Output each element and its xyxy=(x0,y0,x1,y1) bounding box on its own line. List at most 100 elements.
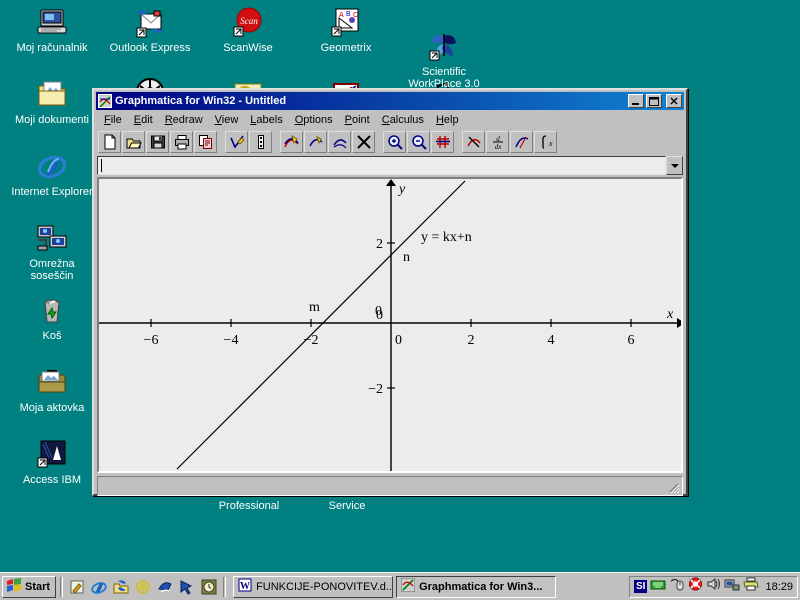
desktop-icon-label: Scientific WorkPlace 3.0 xyxy=(408,66,480,90)
clock-text[interactable]: 18:29 xyxy=(765,581,793,593)
volume-icon[interactable] xyxy=(706,577,721,596)
svg-text:2: 2 xyxy=(468,333,475,348)
keyboard-icon[interactable] xyxy=(650,577,666,596)
desktop-icon-recycle-bin[interactable]: Koš xyxy=(6,294,98,342)
graph-svg: −6 −4 −2 0 2 4 6 2 0 −2 y x y = kx+n n m xyxy=(99,179,681,471)
task-buttons[interactable]: W FUNKCIJE-PONOVITEV.d... Graphmatica fo… xyxy=(233,575,557,598)
winzip-icon[interactable] xyxy=(155,577,175,597)
point-tables-icon[interactable] xyxy=(249,131,272,153)
menu-item-options[interactable]: Options xyxy=(289,113,339,127)
menu-bar[interactable]: FFileile Edit Redraw View Labels Options… xyxy=(94,110,686,129)
language-indicator[interactable]: SI xyxy=(634,580,648,593)
desktop-icon-internet-explorer[interactable]: Internet Explorer xyxy=(6,150,98,198)
desktop-icon-access-ibm[interactable]: Access IBM xyxy=(6,438,98,486)
lifesaver-icon[interactable] xyxy=(688,577,703,596)
open-file-icon[interactable] xyxy=(122,131,145,153)
save-file-icon[interactable] xyxy=(146,131,169,153)
desktop-icon-label: Moji dokumenti xyxy=(15,114,89,126)
derivative-icon[interactable]: d dx xyxy=(486,131,509,153)
graph-canvas[interactable]: −6 −4 −2 0 2 4 6 2 0 −2 y x y = kx+n n m xyxy=(97,177,683,473)
copy-icon[interactable] xyxy=(194,131,217,153)
task-label: Graphmatica for Win3... xyxy=(419,580,543,593)
toolbar-group-zoom xyxy=(383,131,455,153)
menu-item-point[interactable]: Point xyxy=(339,113,376,127)
check-graph-icon[interactable] xyxy=(225,131,248,153)
menu-item-labels[interactable]: Labels xyxy=(244,113,288,127)
redraw-all-icon[interactable] xyxy=(280,131,303,153)
desktop-icon-label: Geometrix xyxy=(320,42,372,54)
resize-grip[interactable] xyxy=(666,480,680,494)
notepad-icon[interactable] xyxy=(67,577,87,597)
delete-graph-icon[interactable] xyxy=(352,131,375,153)
menu-item-calculus[interactable]: Calculus xyxy=(376,113,430,127)
grid-range-icon[interactable] xyxy=(431,131,454,153)
menu-item-help[interactable]: Help xyxy=(430,113,465,127)
equation-input[interactable] xyxy=(97,156,666,175)
quick-launch[interactable] xyxy=(67,577,219,597)
task-label: FUNKCIJE-PONOVITEV.d... xyxy=(256,580,394,593)
access-ibm-icon xyxy=(36,438,68,470)
mouse-icon[interactable] xyxy=(669,577,685,596)
task-graphmatica[interactable]: Graphmatica for Win3... xyxy=(396,575,557,598)
minimize-button[interactable] xyxy=(628,94,644,108)
clear-graph-icon[interactable] xyxy=(328,131,351,153)
close-button[interactable] xyxy=(666,94,682,108)
show-desktop-icon[interactable] xyxy=(111,577,131,597)
svg-text:0: 0 xyxy=(395,333,402,348)
media-icon[interactable] xyxy=(133,577,153,597)
pointer-icon[interactable] xyxy=(177,577,197,597)
print-icon[interactable] xyxy=(170,131,193,153)
svg-text:x: x xyxy=(548,139,553,148)
taskbar[interactable]: Start W FUNKCIJE-PONOVITEV.d... Graphmat… xyxy=(0,572,800,600)
desktop-icon-label: Internet Explorer xyxy=(11,186,93,198)
graphmatica-window[interactable]: Graphmatica for Win32 - Untitled FFileil… xyxy=(92,88,688,496)
draw-graph-icon[interactable] xyxy=(304,131,327,153)
network-icon[interactable] xyxy=(724,577,740,596)
svg-text:2: 2 xyxy=(376,237,383,252)
status-bar xyxy=(97,476,683,496)
zoom-in-icon[interactable] xyxy=(383,131,406,153)
ie-icon xyxy=(36,150,68,182)
toolbar-group-file xyxy=(98,131,218,153)
desktop-icon-outlook-express[interactable]: Outlook Express xyxy=(104,6,196,54)
desktop-icon-scanwise[interactable]: Scan ScanWise xyxy=(202,6,294,54)
svg-text:dx: dx xyxy=(494,143,502,150)
tangent-icon[interactable] xyxy=(462,131,485,153)
equation-row[interactable] xyxy=(97,156,683,175)
clock-icon[interactable] xyxy=(199,577,219,597)
desktop-icon-my-documents[interactable]: Moji dokumenti xyxy=(6,78,98,126)
desktop-icon-network-neighborhood[interactable]: Omrežna soseščin xyxy=(6,222,98,282)
menu-item-redraw[interactable]: Redraw xyxy=(159,113,209,127)
desktop-icon-service[interactable]: Service xyxy=(322,500,372,512)
briefcase-icon xyxy=(36,366,68,398)
desktop-icon-geometrix[interactable]: A B C Geometrix xyxy=(300,6,392,54)
integral-curve-icon[interactable] xyxy=(510,131,533,153)
maximize-button[interactable] xyxy=(646,94,662,108)
svg-text:B: B xyxy=(346,11,351,18)
window-titlebar[interactable]: Graphmatica for Win32 - Untitled xyxy=(96,92,684,110)
printer-icon[interactable] xyxy=(743,577,760,596)
internet-explorer-icon[interactable] xyxy=(89,577,109,597)
windows-flag-icon xyxy=(6,577,22,596)
menu-item-edit[interactable]: Edit xyxy=(128,113,159,127)
zoom-out-icon[interactable] xyxy=(407,131,430,153)
integral-icon[interactable]: x xyxy=(534,131,557,153)
equation-dropdown-button[interactable] xyxy=(666,156,683,175)
root-label: m xyxy=(309,300,320,315)
system-tray[interactable]: SI 18:29 xyxy=(629,575,798,598)
desktop-icon-my-briefcase[interactable]: Moja aktovka xyxy=(6,366,98,414)
svg-text:W: W xyxy=(240,581,250,592)
text-caret xyxy=(101,159,102,172)
new-file-icon[interactable] xyxy=(98,131,121,153)
desktop-icon-professional[interactable]: Professional xyxy=(212,500,286,512)
origin-label-y: 0 xyxy=(375,304,382,319)
desktop-icon-label: Moj računalnik xyxy=(16,42,88,54)
start-button[interactable]: Start xyxy=(2,575,57,598)
task-word-doc[interactable]: W FUNKCIJE-PONOVITEV.d... xyxy=(233,575,394,598)
toolbar-group-calculus: d dx x xyxy=(462,131,558,153)
toolbar[interactable]: d dx x xyxy=(96,129,684,155)
menu-item-view[interactable]: View xyxy=(209,113,245,127)
toolbar-group-edit xyxy=(225,131,273,153)
menu-item-file[interactable]: FFileile xyxy=(98,113,128,127)
desktop-icon-my-computer[interactable]: Moj računalnik xyxy=(6,6,98,54)
